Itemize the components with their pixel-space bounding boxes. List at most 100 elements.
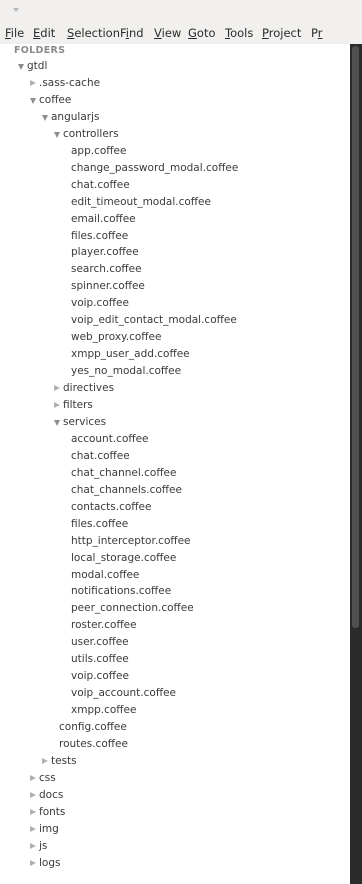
tree-folder[interactable]: services <box>0 414 350 431</box>
tree-file[interactable]: roster.coffee <box>0 617 350 634</box>
menu-item[interactable]: View <box>154 26 181 40</box>
menu-item[interactable]: Edit <box>33 26 55 40</box>
tree-file[interactable]: notifications.coffee <box>0 583 350 600</box>
tree-file[interactable]: voip_account.coffee <box>0 685 350 702</box>
tree-folder[interactable]: tests <box>0 753 350 770</box>
tree-file[interactable]: routes.coffee <box>0 736 350 753</box>
tree-file[interactable]: web_proxy.coffee <box>0 329 350 346</box>
tree-file[interactable]: voip.coffee <box>0 668 350 685</box>
disclosure-closed-icon[interactable] <box>30 808 36 815</box>
tree-file[interactable]: account.coffee <box>0 431 350 448</box>
disclosure-open-icon[interactable] <box>18 64 24 70</box>
disclosure-open-icon[interactable] <box>30 97 36 104</box>
disclosure-closed-icon[interactable] <box>30 842 36 849</box>
menu-label-end: dit <box>40 26 56 40</box>
tree-folder[interactable]: fonts <box>0 804 350 821</box>
tree-file[interactable]: local_storage.coffee <box>0 550 350 567</box>
tree-file[interactable]: chat.coffee <box>0 177 350 194</box>
tree-file[interactable]: files.coffee <box>0 228 350 245</box>
tree-folder[interactable]: img <box>0 821 350 838</box>
tree-file[interactable]: user.coffee <box>0 634 350 651</box>
tree-file[interactable]: email.coffee <box>0 211 350 228</box>
menu-item[interactable]: File <box>5 26 24 40</box>
tree-file[interactable]: voip.coffee <box>0 295 350 312</box>
tree-file[interactable]: chat.coffee <box>0 448 350 465</box>
tree-item-label: services <box>63 415 107 428</box>
disclosure-open-icon[interactable] <box>42 114 48 121</box>
tree-file[interactable]: search.coffee <box>0 261 350 278</box>
menu-item[interactable]: Selection <box>67 26 120 40</box>
tree-file[interactable]: yes_no_modal.coffee <box>0 363 350 380</box>
tree-item-label: .sass-cache <box>39 76 101 89</box>
menu-item[interactable]: Goto <box>188 26 216 40</box>
disclosure-closed-icon[interactable] <box>30 791 36 798</box>
tree-file[interactable]: voip_edit_contact_modal.coffee <box>0 312 350 329</box>
tree-folder[interactable]: js <box>0 838 350 855</box>
disclosure-closed-icon[interactable] <box>42 757 48 764</box>
menu-label-end: ools <box>230 26 254 40</box>
tree-item-label: voip_edit_contact_modal.coffee <box>71 314 237 327</box>
tree-item-label: local_storage.coffee <box>71 551 177 564</box>
tree-folder[interactable]: coffee <box>0 92 350 109</box>
tree-file[interactable]: spinner.coffee <box>0 278 350 295</box>
disclosure-closed-icon[interactable] <box>54 402 60 408</box>
menu-item[interactable]: Find <box>120 26 144 40</box>
scrollbar-thumb[interactable] <box>352 46 359 628</box>
tree-file[interactable]: config.coffee <box>0 719 350 736</box>
disclosure-closed-icon[interactable] <box>30 79 36 86</box>
tree-item-label: app.coffee <box>71 144 127 157</box>
menu-label-end: ile <box>10 26 25 40</box>
tree-file[interactable]: http_interceptor.coffee <box>0 533 350 550</box>
disclosure-closed-icon[interactable] <box>54 385 60 392</box>
dropdown-arrow-icon[interactable] <box>13 8 19 12</box>
tree-file[interactable]: chat_channels.coffee <box>0 482 350 499</box>
tree-folder[interactable]: filters <box>0 397 350 414</box>
tree-file[interactable]: chat_channel.coffee <box>0 465 350 482</box>
disclosure-closed-icon[interactable] <box>30 825 36 832</box>
tree-folder[interactable]: css <box>0 770 350 787</box>
disclosure-open-icon[interactable] <box>54 131 60 138</box>
menu-label-end: nd <box>128 26 144 40</box>
tree-item-label: fonts <box>39 805 66 818</box>
tree-file[interactable]: app.coffee <box>0 143 350 160</box>
tree-file[interactable]: peer_connection.coffee <box>0 600 350 617</box>
disclosure-open-icon[interactable] <box>54 419 60 426</box>
menu-label-end: iew <box>161 26 182 40</box>
tree-item-label: chat.coffee <box>71 449 130 462</box>
disclosure-closed-icon[interactable] <box>30 774 36 781</box>
tree-folder[interactable]: .sass-cache <box>0 75 350 92</box>
tree-folder[interactable]: angularjs <box>0 109 350 126</box>
tree-file[interactable]: modal.coffee <box>0 567 350 584</box>
tree-item-label: filters <box>63 399 93 411</box>
tree-item-label: controllers <box>63 127 119 140</box>
menu-item[interactable]: Tools <box>225 26 253 40</box>
tree-item-label: search.coffee <box>71 263 142 276</box>
tree-folder[interactable]: directives <box>0 380 350 397</box>
tree-item-label: tests <box>51 754 77 767</box>
sidebar-title: FOLDERS <box>14 45 66 56</box>
tree-folder[interactable]: controllers <box>0 126 350 143</box>
tree-item-label: files.coffee <box>71 229 129 242</box>
tree-file[interactable]: edit_timeout_modal.coffee <box>0 194 350 211</box>
tree-item-label: directives <box>63 382 115 395</box>
tree-file[interactable]: files.coffee <box>0 516 350 533</box>
tree-item-label: xmpp_user_add.coffee <box>71 348 190 361</box>
menu-item[interactable]: Project <box>262 26 301 40</box>
sidebar-scrollbar[interactable] <box>350 44 362 884</box>
tree-file[interactable]: xmpp_user_add.coffee <box>0 346 350 363</box>
menu-label-end: roject <box>268 26 302 40</box>
menu-item[interactable]: Pr <box>311 26 322 40</box>
disclosure-closed-icon[interactable] <box>30 859 36 866</box>
tree-file[interactable]: contacts.coffee <box>0 499 350 516</box>
tree-item-label: email.coffee <box>71 212 136 225</box>
tree-file[interactable]: player.coffee <box>0 244 350 261</box>
tree-item-label: edit_timeout_modal.coffee <box>71 195 211 208</box>
tree-item-label: user.coffee <box>71 636 129 649</box>
tree-item-label: account.coffee <box>71 432 149 445</box>
tree-file[interactable]: xmpp.coffee <box>0 702 350 719</box>
tree-folder[interactable]: logs <box>0 855 350 872</box>
tree-folder[interactable]: gtdl <box>0 58 350 75</box>
tree-folder[interactable]: docs <box>0 787 350 804</box>
tree-file[interactable]: change_password_modal.coffee <box>0 160 350 177</box>
tree-file[interactable]: utils.coffee <box>0 651 350 668</box>
